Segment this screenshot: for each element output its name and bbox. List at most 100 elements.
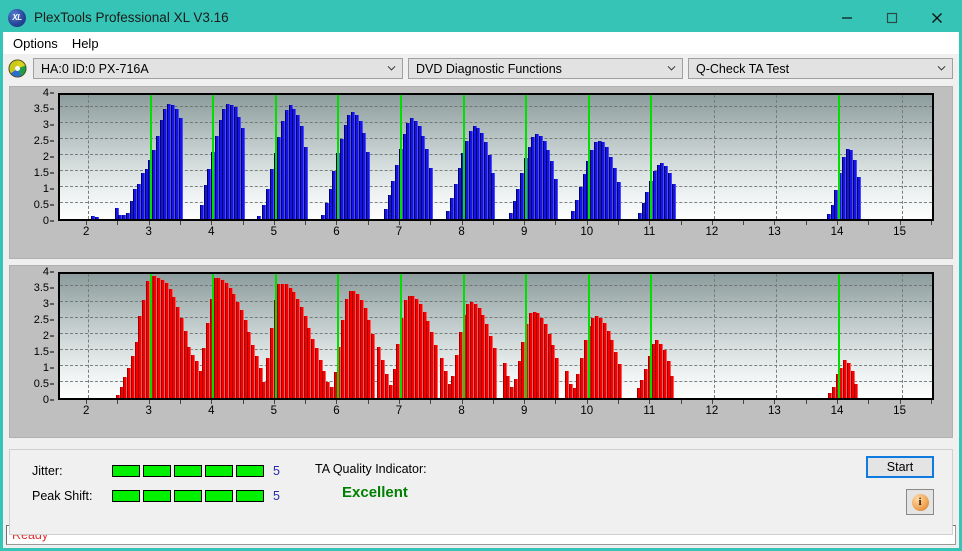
chart-bar [555, 358, 560, 398]
gridline-horizontal [60, 122, 932, 123]
y-axis-tick-label: 1 [42, 362, 49, 374]
y-axis-tick [50, 204, 54, 206]
x-axis-tick [524, 400, 526, 404]
disc-icon [8, 59, 27, 78]
x-axis-tick-label: 5 [270, 405, 278, 417]
y-axis-tick-label: 3 [42, 298, 49, 310]
x-axis-tick-label: 13 [768, 226, 781, 238]
minimize-icon[interactable] [824, 3, 869, 32]
gridline-horizontal [60, 301, 932, 302]
peak-shift-segment [236, 490, 264, 502]
function-select[interactable]: DVD Diagnostic Functions [408, 58, 683, 79]
x-axis-tick [336, 221, 338, 225]
x-axis-tick-label: 15 [893, 226, 906, 238]
x-axis-tick-label: 5 [270, 226, 278, 238]
x-axis-tick-label: 14 [830, 226, 844, 238]
menu-item-options[interactable]: Options [8, 34, 67, 53]
jitter-segment [205, 465, 233, 477]
x-axis-tick [868, 221, 870, 225]
chevron-down-icon [667, 65, 676, 71]
x-axis-tick [180, 400, 181, 404]
jitter-chart-x-axis: 2 3 4 5 6 7 8 9 10 11 12 13 14 15 [58, 226, 934, 246]
x-axis-tick-label: 10 [580, 226, 594, 238]
window-controls [824, 3, 959, 32]
x-axis-tick [305, 221, 307, 225]
x-axis-tick [86, 221, 88, 225]
x-axis-tick [492, 400, 494, 404]
y-axis-tick [50, 108, 54, 110]
x-axis-tick [399, 400, 400, 404]
x-axis-tick [774, 400, 776, 404]
y-axis-tick [50, 351, 54, 353]
info-icon: i [911, 493, 929, 511]
y-axis-tick [50, 188, 54, 190]
info-button[interactable]: i [906, 489, 934, 515]
track-marker-line [274, 95, 277, 219]
peak-shift-chart-panel: 0 0.5 1 1.5 2 2.5 3 3.5 4 2 3 4 5 6 7 8 9 10 11 12 13 14 15 [9, 265, 953, 438]
ta-quality-block: TA Quality Indicator: Excellent [315, 462, 545, 501]
function-select-value: DVD Diagnostic Functions [416, 61, 562, 76]
chart-bar [241, 127, 246, 219]
y-axis-tick [50, 367, 54, 369]
y-axis-tick [50, 92, 54, 94]
track-marker-line [337, 274, 340, 398]
close-icon[interactable] [914, 3, 959, 32]
track-marker-line [337, 95, 340, 219]
jitter-chart-plot-wrap [58, 93, 934, 221]
menu-item-help[interactable]: Help [67, 34, 108, 53]
jitter-segment [174, 465, 202, 477]
track-marker-line [587, 95, 590, 219]
x-axis-tick [805, 221, 807, 225]
x-axis-tick [148, 400, 150, 404]
test-select[interactable]: Q-Check TA Test [688, 58, 953, 79]
x-axis-tick [148, 221, 150, 225]
x-axis-tick [492, 221, 494, 225]
x-axis-tick [711, 400, 713, 404]
x-axis-tick-label: 2 [82, 226, 90, 238]
x-axis-tick-label: 4 [208, 405, 215, 417]
jitter-chart-y-axis: 0 0.5 1 1.5 2 2.5 3 3.5 4 [10, 87, 54, 227]
x-axis-tick [430, 221, 432, 225]
y-axis-tick-label: 0 [42, 215, 49, 227]
x-axis-tick-label: 3 [145, 226, 152, 238]
x-axis-tick [399, 221, 400, 225]
track-marker-line [462, 274, 465, 398]
x-axis-tick [273, 400, 275, 404]
y-axis-tick-label: 1 [42, 183, 49, 195]
x-axis-tick [117, 400, 119, 404]
x-axis-tick-label: 3 [145, 405, 152, 417]
drive-select-value: HA:0 ID:0 PX-716A [41, 61, 149, 76]
chart-bar [492, 348, 497, 398]
x-axis-tick-label: 8 [458, 226, 465, 238]
jitter-segment [236, 465, 264, 477]
start-button[interactable]: Start [866, 456, 934, 478]
x-axis-tick [430, 400, 432, 404]
gridline-horizontal [60, 333, 932, 334]
x-axis-tick-label: 12 [705, 226, 719, 238]
x-axis-tick [649, 221, 651, 225]
x-axis-tick-label: 14 [830, 405, 844, 417]
x-axis-tick [524, 221, 526, 225]
x-axis-tick [618, 221, 619, 225]
y-axis-tick [50, 319, 54, 321]
drive-select[interactable]: HA:0 ID:0 PX-716A [33, 58, 403, 79]
x-axis-tick-label: 4 [208, 226, 215, 238]
x-axis-tick-label: 6 [333, 226, 340, 238]
peak-shift-chart-plot [58, 272, 934, 400]
maximize-icon[interactable] [869, 3, 914, 32]
chart-bar [428, 167, 433, 219]
x-axis-tick-label: 11 [643, 226, 656, 238]
chart-bar [553, 179, 558, 219]
track-marker-line [587, 274, 590, 398]
y-axis-tick [50, 271, 54, 273]
menu-bar: Options Help [3, 32, 959, 54]
y-axis-tick-label: 2 [42, 151, 49, 163]
track-marker-line [149, 95, 152, 219]
jitter-chart-panel: 0 0.5 1 1.5 2 2.5 3 3.5 4 2 3 4 5 6 7 8 9 10 11 12 13 14 15 [9, 86, 953, 259]
x-axis-tick [555, 400, 557, 404]
peak-shift-chart-plot-wrap [58, 272, 934, 400]
chart-bar [856, 177, 861, 219]
track-marker-line [838, 95, 840, 219]
chart-bar [670, 375, 675, 398]
chevron-down-icon [937, 65, 946, 71]
